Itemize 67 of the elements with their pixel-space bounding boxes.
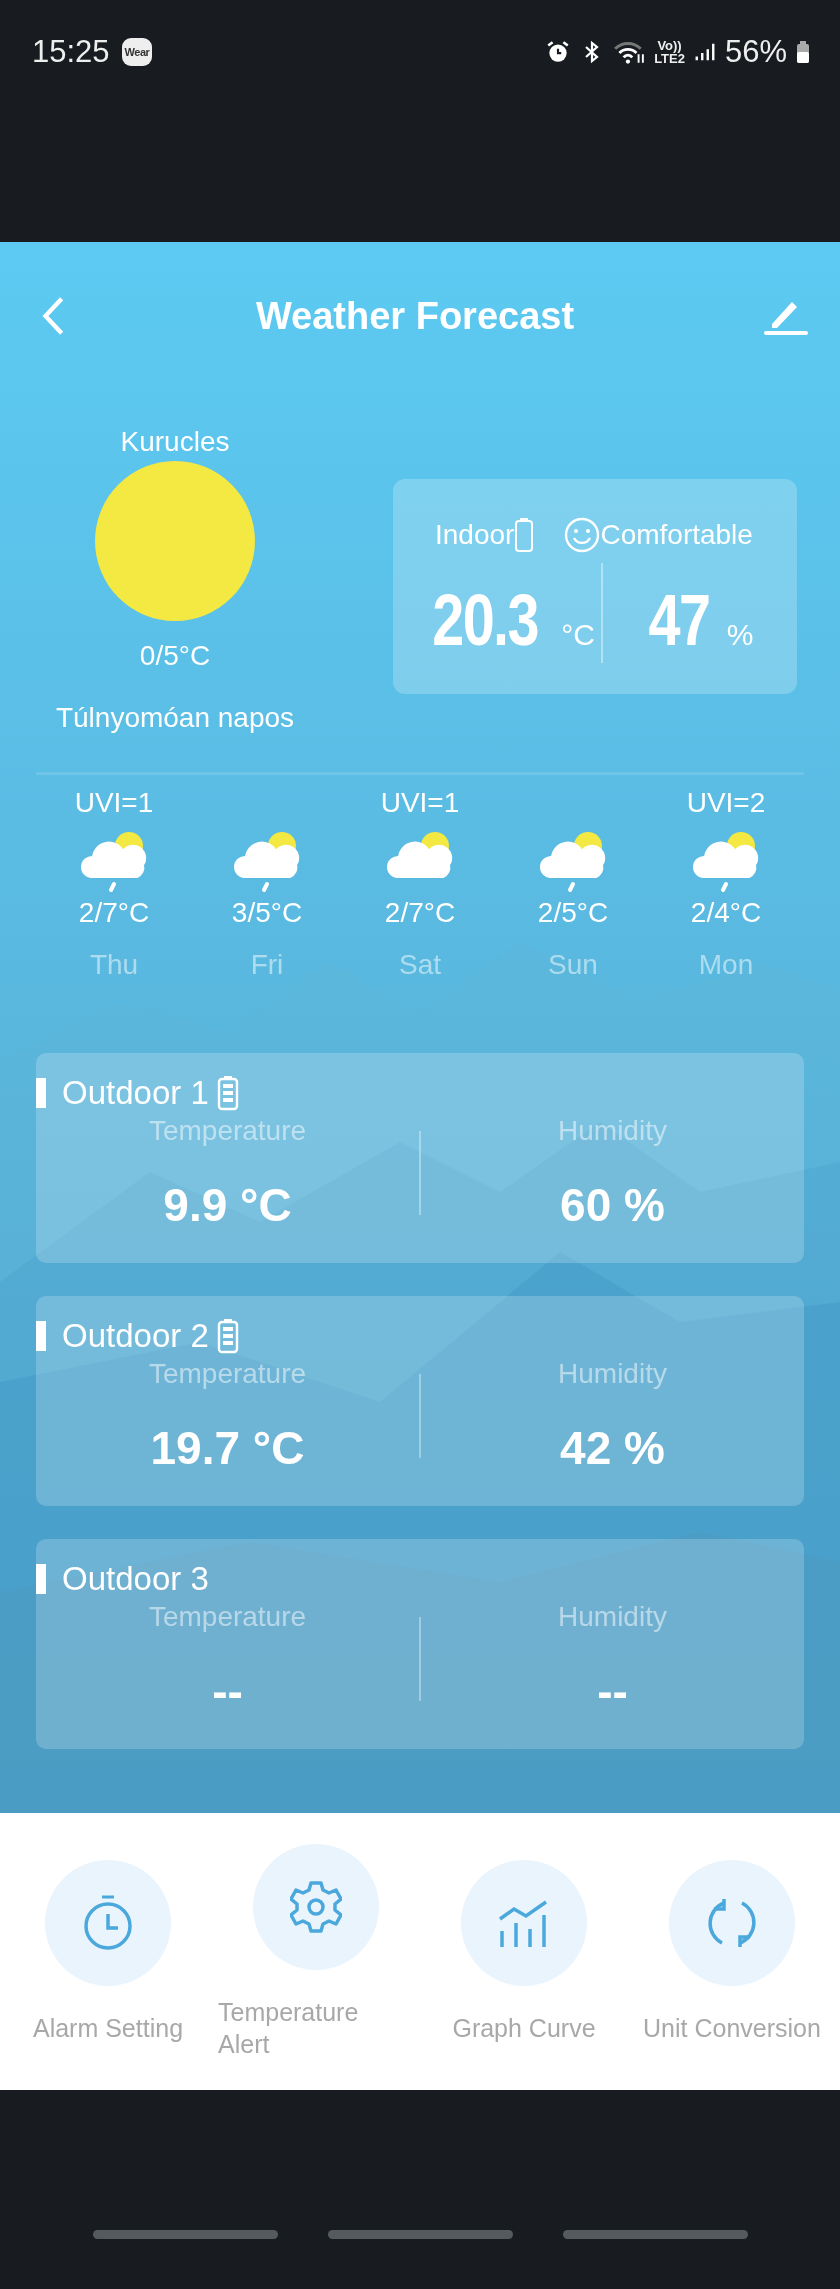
indoor-label: Indoor bbox=[435, 518, 515, 552]
stopwatch-icon bbox=[82, 1893, 134, 1952]
accent-bar bbox=[36, 1564, 46, 1594]
drizzle-cloud-icon bbox=[691, 829, 761, 895]
indoor-humidity: 47 bbox=[648, 579, 710, 662]
sensor-card[interactable]: Outdoor 1 Temperature 9.9 °C Humidity 60 % bbox=[36, 1053, 804, 1263]
nav-pill[interactable] bbox=[327, 2230, 513, 2239]
temperature-label: Temperature bbox=[148, 1357, 307, 1391]
battery-percent: 56% bbox=[724, 34, 787, 70]
battery-icon bbox=[796, 39, 810, 65]
drizzle-cloud-icon bbox=[538, 829, 608, 895]
action-label[interactable]: Unit Conversion bbox=[643, 2011, 821, 2044]
nav-pill[interactable] bbox=[562, 2230, 748, 2239]
temperature-label: Temperature bbox=[148, 1114, 307, 1148]
temperature-value: 9.9 °C bbox=[163, 1178, 292, 1233]
humidity-unit: % bbox=[726, 618, 754, 652]
sensor-name: Outdoor 3 bbox=[62, 1560, 209, 1598]
humidity-label: Humidity bbox=[558, 1600, 667, 1634]
humidity-value: 42 % bbox=[560, 1421, 665, 1476]
temperature-label: Temperature bbox=[148, 1600, 307, 1634]
humidity-label: Humidity bbox=[558, 1357, 667, 1391]
app-badge: Wear bbox=[121, 38, 153, 66]
day-label: Mon bbox=[698, 948, 754, 982]
page-title: Weather Forecast bbox=[255, 294, 575, 338]
volte-label: Vo)) bbox=[657, 39, 682, 52]
uv-index: UVI=1 bbox=[74, 786, 154, 820]
settings-icon bbox=[290, 1878, 342, 1935]
uv-index: UVI=2 bbox=[686, 786, 766, 820]
humidity-label: Humidity bbox=[558, 1114, 667, 1148]
temperature-unit: °C bbox=[561, 618, 595, 652]
accent-bar bbox=[36, 1078, 46, 1108]
comfort-status: Comfortable bbox=[600, 518, 753, 552]
indoor-temperature: 20.3 bbox=[432, 579, 538, 662]
temperature-value: 19.7 °C bbox=[150, 1421, 305, 1476]
sensor-card[interactable]: Outdoor 2 Temperature 19.7 °C Humidity 42 % bbox=[36, 1296, 804, 1506]
forecast-range: 2/4°C bbox=[690, 896, 762, 930]
accent-bar bbox=[36, 1321, 46, 1351]
humidity-value: -- bbox=[597, 1664, 628, 1719]
smiley-icon bbox=[564, 517, 601, 553]
day-label: Thu bbox=[89, 948, 139, 982]
wifi-icon bbox=[613, 39, 646, 65]
forecast-range: 2/5°C bbox=[537, 896, 609, 930]
forecast-range: 3/5°C bbox=[231, 896, 303, 930]
action-label[interactable]: Temperature Alert bbox=[218, 1995, 414, 2060]
temperature-range: 0/5°C bbox=[139, 639, 211, 673]
drizzle-cloud-icon bbox=[79, 829, 149, 895]
battery-icon bbox=[514, 517, 535, 553]
temperature-value: -- bbox=[212, 1664, 243, 1719]
sensor-name: Outdoor 1 bbox=[62, 1074, 209, 1112]
day-label: Sun bbox=[548, 948, 598, 982]
day-label: Sat bbox=[399, 948, 441, 982]
action-label[interactable]: Graph Curve bbox=[452, 2011, 596, 2044]
status-time: 15:25 bbox=[32, 34, 110, 70]
location-name: Kurucles bbox=[120, 425, 230, 459]
day-label: Fri bbox=[250, 948, 284, 982]
uv-index: UVI=1 bbox=[380, 786, 460, 820]
drizzle-cloud-icon bbox=[232, 829, 302, 895]
network-label: LTE2 bbox=[654, 52, 685, 65]
sensor-card[interactable]: Outdoor 3 Temperature -- Humidity -- bbox=[36, 1539, 804, 1749]
sun-icon bbox=[94, 460, 256, 622]
forecast-range: 2/7°C bbox=[78, 896, 150, 930]
weather-condition: Túlnyomóan napos bbox=[55, 701, 295, 735]
humidity-value: 60 % bbox=[560, 1178, 665, 1233]
action-label[interactable]: Alarm Setting bbox=[32, 2011, 184, 2044]
nav-pill[interactable] bbox=[92, 2230, 278, 2239]
sensor-name: Outdoor 2 bbox=[62, 1317, 209, 1355]
forecast-range: 2/7°C bbox=[384, 896, 456, 930]
